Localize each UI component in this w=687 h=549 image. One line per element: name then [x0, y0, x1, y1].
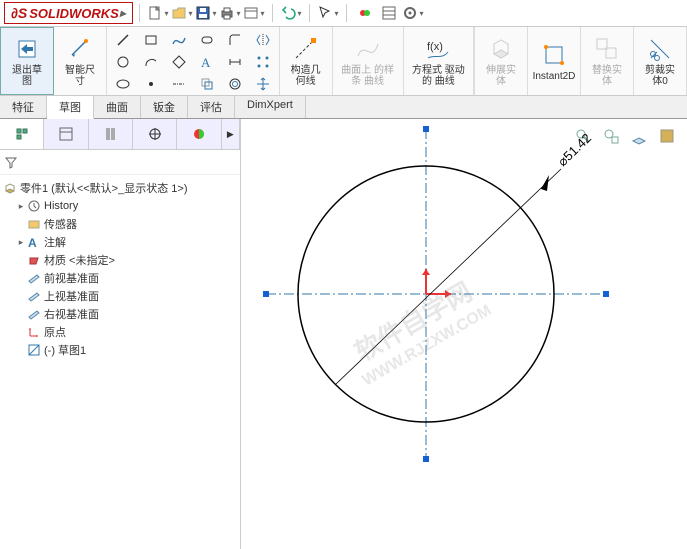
tab-sheetmetal[interactable]: 钣金: [141, 96, 188, 118]
sketch-icon: [26, 342, 42, 358]
tree-root-label: 零件1 (默认<<默认>_显示状态 1>): [20, 180, 188, 196]
plane-icon: [26, 270, 42, 286]
tree-item[interactable]: (-) 草图1: [2, 341, 238, 359]
sensor-icon: [26, 216, 42, 232]
rect-tool[interactable]: [138, 30, 164, 50]
tree-item[interactable]: 前视基准面: [2, 269, 238, 287]
fillet-tool[interactable]: [222, 30, 248, 50]
part-icon: [2, 180, 18, 196]
svg-text:f(x): f(x): [427, 41, 443, 53]
tab-sketch[interactable]: 草图: [47, 96, 94, 119]
options-button[interactable]: ▾: [402, 2, 424, 24]
sketch-canvas: ⌀51.42: [241, 119, 681, 539]
sketch-tools-grid: A: [107, 27, 279, 95]
app-name: SOLIDWORKS: [29, 6, 119, 21]
save-button[interactable]: ▾: [195, 2, 217, 24]
plane-icon: [26, 306, 42, 322]
ribbon: 退出草 图 智能尺 寸 A 构造几 何线 曲面上 的样条 曲线 f(x) 方程式…: [0, 27, 687, 96]
rebuild-button[interactable]: [354, 2, 376, 24]
config-tab[interactable]: [89, 119, 133, 149]
centerline-tool[interactable]: [166, 74, 192, 94]
tab-evaluate[interactable]: 评估: [188, 96, 235, 118]
dimension-tool[interactable]: [222, 52, 248, 72]
feature-manager-panel: ▶ 零件1 (默认<<默认>_显示状态 1>) ▸History 传感器 ▸A注…: [0, 119, 241, 549]
tree-item[interactable]: 原点: [2, 323, 238, 341]
tree-filter[interactable]: [0, 150, 240, 175]
chevron-down-icon: ▶: [120, 9, 126, 18]
extrude-button: 伸展实 体: [475, 27, 528, 95]
equation-curve-button[interactable]: f(x) 方程式 驱动的 曲线: [404, 27, 475, 95]
exit-sketch-button[interactable]: 退出草 图: [0, 27, 54, 95]
spline-tool[interactable]: [166, 30, 192, 50]
tree-item[interactable]: 上视基准面: [2, 287, 238, 305]
trim-entity-button[interactable]: 剪裁实 体0: [634, 27, 687, 95]
convert-tool[interactable]: [194, 74, 220, 94]
tab-surface[interactable]: 曲面: [94, 96, 141, 118]
tree-item[interactable]: ▸History: [2, 197, 238, 215]
panel-expand-button[interactable]: ▶: [222, 119, 240, 149]
ellipse-tool[interactable]: [110, 74, 136, 94]
feature-tree: 零件1 (默认<<默认>_显示状态 1>) ▸History 传感器 ▸A注解 …: [0, 175, 240, 549]
move-tool[interactable]: [250, 74, 276, 94]
origin-icon: [26, 324, 42, 340]
line-tool[interactable]: [110, 30, 136, 50]
offset-tool[interactable]: [222, 74, 248, 94]
text-tool[interactable]: A: [194, 52, 220, 72]
dimxpert-tab[interactable]: [133, 119, 177, 149]
select-button[interactable]: ▾: [317, 2, 339, 24]
slot-tool[interactable]: [194, 30, 220, 50]
circle-tool[interactable]: [110, 52, 136, 72]
print-button[interactable]: ▾: [219, 2, 241, 24]
history-icon: [26, 198, 42, 214]
open-button[interactable]: ▾: [171, 2, 193, 24]
tree-item[interactable]: 材质 <未指定>: [2, 251, 238, 269]
filter-icon: [4, 155, 18, 169]
smart-dimension-button[interactable]: 智能尺 寸: [54, 27, 107, 95]
surface-spline-button: 曲面上 的样条 曲线: [333, 27, 404, 95]
annotation-icon: A: [26, 234, 42, 250]
svg-text:⌀51.42: ⌀51.42: [555, 130, 594, 169]
plane-icon: [26, 288, 42, 304]
instant2d-button[interactable]: Instant2D: [528, 27, 581, 95]
construction-geom-button[interactable]: 构造几 何线: [280, 27, 333, 95]
command-tabs: 特征 草图 曲面 钣金 评估 DimXpert: [0, 96, 687, 119]
point-tool[interactable]: [138, 74, 164, 94]
property-tab[interactable]: [44, 119, 88, 149]
replace-entity-button: 替换实 体: [581, 27, 634, 95]
display-tab[interactable]: [177, 119, 221, 149]
tab-dimxpert[interactable]: DimXpert: [235, 96, 306, 118]
svg-text:A: A: [28, 236, 37, 249]
tree-item[interactable]: 右视基准面: [2, 305, 238, 323]
mirror-tool[interactable]: [250, 30, 276, 50]
main-area: ▶ 零件1 (默认<<默认>_显示状态 1>) ▸History 传感器 ▸A注…: [0, 119, 687, 549]
svg-text:A: A: [201, 55, 211, 70]
new-button[interactable]: ▾: [147, 2, 169, 24]
tab-features[interactable]: 特征: [0, 96, 47, 118]
tree-item[interactable]: 传感器: [2, 215, 238, 233]
doc-settings-button[interactable]: [378, 2, 400, 24]
quick-access-toolbar: ∂S SOLIDWORKS ▶ ▾ ▾ ▾ ▾ ▾ ▾ ▾ ▾: [0, 0, 687, 27]
arc-tool[interactable]: [138, 52, 164, 72]
ds-logo-icon: ∂S: [11, 5, 27, 21]
tree-root[interactable]: 零件1 (默认<<默认>_显示状态 1>): [2, 179, 238, 197]
undo-button[interactable]: ▾: [280, 2, 302, 24]
tree-item[interactable]: ▸A注解: [2, 233, 238, 251]
panel-tabs: ▶: [0, 119, 240, 150]
app-logo[interactable]: ∂S SOLIDWORKS ▶: [4, 2, 133, 24]
feature-tree-tab[interactable]: [0, 119, 44, 149]
polygon-tool[interactable]: [166, 52, 192, 72]
properties-button[interactable]: ▾: [243, 2, 265, 24]
graphics-area[interactable]: ⌀51.42 软件自学网 WWW.RJZXW.COM: [241, 119, 687, 549]
material-icon: [26, 252, 42, 268]
pattern-tool[interactable]: [250, 52, 276, 72]
